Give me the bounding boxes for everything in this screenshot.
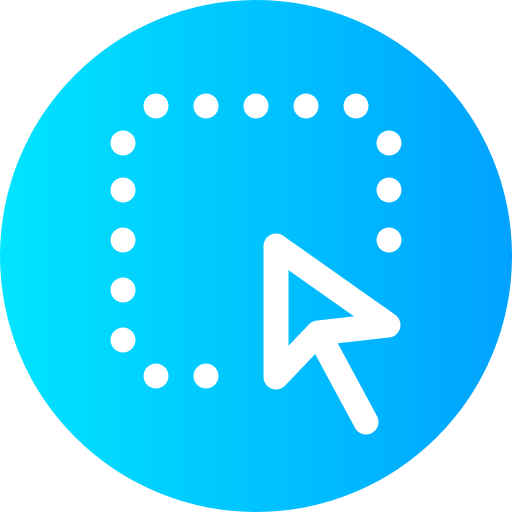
circle-background <box>0 0 512 512</box>
icon-canvas <box>0 0 512 512</box>
selection-dot <box>293 93 319 119</box>
selection-dot <box>110 277 136 303</box>
selection-dot <box>376 177 402 203</box>
selection-dot <box>110 227 136 253</box>
selection-dot <box>376 227 402 253</box>
selection-dot <box>143 93 169 119</box>
selection-dot <box>193 93 219 119</box>
selection-dot <box>143 363 169 389</box>
selection-dot <box>193 363 219 389</box>
selection-dot <box>110 130 136 156</box>
selection-cursor-icon <box>0 0 512 512</box>
selection-dot <box>343 93 369 119</box>
selection-dot <box>110 327 136 353</box>
selection-dot <box>243 93 269 119</box>
selection-dot <box>110 177 136 203</box>
selection-dot <box>376 130 402 156</box>
